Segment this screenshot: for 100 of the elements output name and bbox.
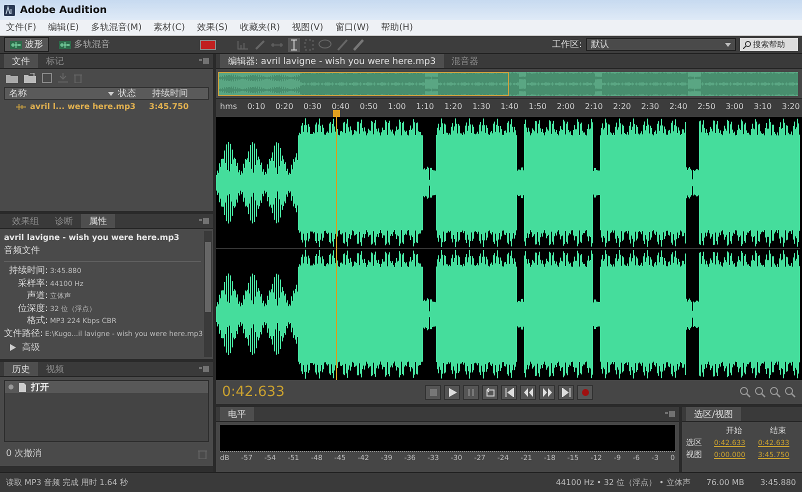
caret-icon <box>725 42 731 46</box>
stop-icon <box>428 388 438 396</box>
workspace-dropdown[interactable]: 默认 <box>586 38 736 51</box>
ruler-label: 1:40 <box>500 102 518 111</box>
lasso-tool-icon[interactable] <box>318 38 332 50</box>
skip-back-icon <box>504 388 514 396</box>
scrollbar-thumb[interactable] <box>205 242 211 312</box>
folder-icon[interactable] <box>6 74 18 82</box>
ruler-label: 2:00 <box>556 102 575 111</box>
file-row[interactable]: avril l... were here.mp3 3:45.750 <box>4 100 209 113</box>
skip-back-button[interactable] <box>501 384 517 400</box>
disclosure-triangle-icon <box>10 344 16 351</box>
fast-forward-button[interactable] <box>539 384 555 400</box>
ruler-label: hms <box>220 102 238 111</box>
column-header[interactable]: 名称 <box>5 87 108 100</box>
panel-tab[interactable]: 标记 <box>38 54 72 68</box>
column-header: 开始 <box>725 425 743 436</box>
dot-icon <box>8 384 14 390</box>
waveform-icon <box>16 102 26 110</box>
panel-menu-icon[interactable] <box>199 218 209 224</box>
panel-tab[interactable]: 诊断 <box>47 214 81 228</box>
advanced-toggle[interactable]: 高级 <box>4 341 201 354</box>
ruler-label: 2:30 <box>641 102 660 111</box>
play-icon <box>448 388 456 396</box>
marquee-tool-icon[interactable] <box>304 38 314 50</box>
status-message: 读取 MP3 音频 完成 用时 1.64 秒 <box>6 477 128 488</box>
file-name: avril lavigne - wish you were here.mp3 <box>4 233 180 242</box>
property-label: 采样率: <box>16 278 48 290</box>
panel-tab[interactable]: 属性 <box>81 214 115 228</box>
playhead-marker[interactable] <box>333 110 340 117</box>
workspace-label: 工作区: <box>552 39 582 51</box>
row-label: 视图 <box>686 449 703 460</box>
panel-tab[interactable]: 电平 <box>220 407 254 421</box>
waveform-icon <box>10 40 22 48</box>
mode-button[interactable]: 多轨混音 <box>53 37 116 52</box>
menu-item[interactable]: 文件(F) <box>6 21 36 34</box>
search-field[interactable]: 搜索帮助 <box>740 38 798 51</box>
play-button[interactable] <box>444 384 460 400</box>
file-size: 76.00 MB <box>706 478 744 487</box>
panel-tab[interactable]: 选区/视图 <box>686 407 742 421</box>
ruler-label: 0:30 <box>303 102 322 111</box>
time-ruler[interactable]: hms 0:10 0:20 0:30 0:40 0:50 1:00 1:10 1:20 1:30 1:40 1:50 2:00 2:10 2:20 2:30 2:40 2:50 3:00 3:10 3:20 <box>216 99 802 117</box>
document-icon <box>19 382 26 392</box>
fast-forward-icon <box>542 388 552 396</box>
waveform-icon <box>59 40 71 48</box>
column-header[interactable]: 持续时间 <box>148 87 208 100</box>
menu-item[interactable]: 编辑(E) <box>48 21 79 34</box>
ruler-label: 0:20 <box>275 102 294 111</box>
ruler-label: 0:40 <box>332 102 350 111</box>
current-time: 0:42.633 <box>222 384 286 400</box>
property-label: 文件路径: <box>4 328 44 340</box>
editor-tab[interactable]: 混音器 <box>444 54 487 68</box>
ruler-label: 1:50 <box>528 102 547 111</box>
search-icon <box>743 40 751 48</box>
menu-item[interactable]: 多轨混音(M) <box>90 21 142 34</box>
sort-icon[interactable] <box>108 92 114 96</box>
time-selection-tool-icon[interactable] <box>288 38 300 52</box>
history-item[interactable]: 打开 <box>5 381 208 393</box>
ruler-label: 1:20 <box>444 102 462 111</box>
playhead-line[interactable] <box>336 117 338 380</box>
panel-menu-icon[interactable] <box>199 58 209 64</box>
menu-item[interactable]: 窗口(W) <box>335 21 370 34</box>
record-tool-icon[interactable] <box>200 40 216 50</box>
rewind-icon <box>524 388 532 396</box>
menu-item[interactable]: 帮助(H) <box>381 21 413 34</box>
ruler-label: 1:30 <box>472 102 490 111</box>
open-folder-icon[interactable] <box>24 73 36 83</box>
undo-count: 0 次撤消 <box>6 448 43 460</box>
ruler-label: 0:50 <box>360 102 378 111</box>
panel-menu-icon[interactable] <box>665 411 675 417</box>
editor-tab[interactable]: 编辑器: avril lavigne - wish you were here.mp3 <box>220 54 444 68</box>
menu-item[interactable]: 收藏夹(R) <box>240 21 280 34</box>
menu-item[interactable]: 视图(V) <box>292 21 324 34</box>
panel-tab[interactable]: 视频 <box>38 362 72 376</box>
app-icon <box>4 4 15 16</box>
ruler-label: 3:20 <box>782 102 800 111</box>
column-header: 结束 <box>769 425 787 436</box>
menu-item[interactable]: 效果(S) <box>197 21 228 34</box>
ruler-label: 3:10 <box>754 102 772 111</box>
pencil-tool-icon[interactable] <box>352 38 364 50</box>
record-icon <box>580 388 590 396</box>
panel-menu-icon[interactable] <box>199 366 209 372</box>
skip-forward-button[interactable] <box>558 384 574 400</box>
loop-button[interactable] <box>482 384 498 400</box>
panel-tab[interactable]: 历史 <box>4 362 38 376</box>
ruler-label: 2:20 <box>613 102 631 111</box>
ruler-label: 2:40 <box>669 102 688 111</box>
pause-icon <box>466 388 476 396</box>
ruler-label: 1:00 <box>388 102 406 111</box>
panel-tab[interactable]: 文件 <box>4 54 38 68</box>
rewind-button[interactable] <box>520 384 536 400</box>
ruler-label: 3:00 <box>726 102 744 111</box>
panel-tab[interactable]: 效果组 <box>4 214 47 228</box>
ruler-label: 0:10 <box>247 102 266 111</box>
mode-button[interactable]: 波形 <box>4 37 49 52</box>
window-title: Adobe Audition <box>20 4 107 16</box>
menu-item[interactable]: 素材(C) <box>154 21 186 34</box>
file-icon[interactable] <box>42 73 52 83</box>
audio-format: 44100 Hz • 32 位（浮点） • 立体声 <box>556 477 690 488</box>
column-header[interactable]: 状态 <box>114 87 148 100</box>
